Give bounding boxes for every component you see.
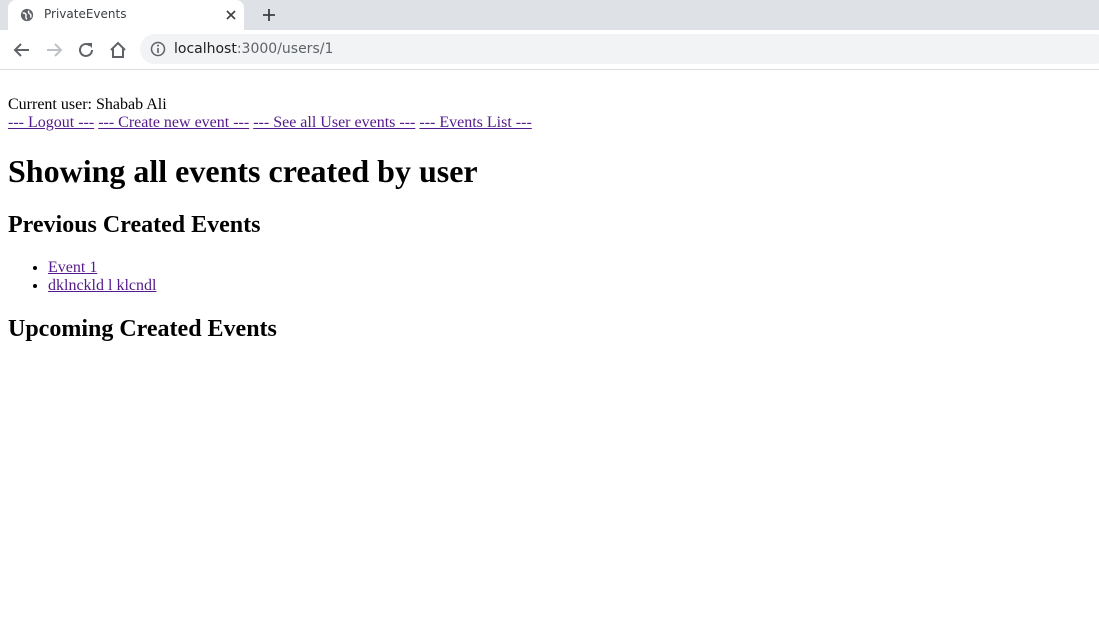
upcoming-events-heading: Upcoming Created Events	[8, 316, 277, 342]
close-icon[interactable]	[224, 8, 238, 22]
back-arrow-icon[interactable]	[13, 41, 31, 59]
url-text[interactable]: localhost:3000/users/1	[174, 41, 333, 57]
forward-arrow-icon[interactable]	[45, 41, 63, 59]
page-content: Current user: Shabab Ali --- Logout --- …	[0, 96, 1099, 343]
globe-icon	[20, 8, 34, 22]
url-path: :3000/users/1	[236, 41, 334, 57]
browser-tab[interactable]: PrivateEvents	[8, 0, 244, 30]
nav-links: --- Logout --- --- Create new event --- …	[8, 114, 1091, 132]
browser-toolbar: localhost:3000/users/1	[0, 30, 1099, 70]
url-host: localhost	[174, 41, 237, 57]
events-list-link[interactable]: --- Events List ---	[419, 114, 531, 131]
user-events-link[interactable]: --- See all User events ---	[253, 114, 415, 131]
create-event-link[interactable]: --- Create new event ---	[98, 114, 249, 131]
list-item: dklnckld l klcndl	[48, 277, 1091, 295]
info-icon[interactable]	[150, 41, 166, 57]
current-user: Current user: Shabab Ali	[8, 96, 167, 113]
event-link[interactable]: Event 1	[48, 259, 97, 276]
home-icon[interactable]	[109, 41, 127, 59]
address-bar[interactable]: localhost:3000/users/1	[140, 34, 1099, 64]
previous-events-list: Event 1 dklnckld l klcndl	[8, 259, 1091, 295]
tab-title: PrivateEvents	[44, 7, 127, 21]
new-tab-icon[interactable]	[261, 7, 277, 23]
tab-strip: PrivateEvents	[0, 0, 1099, 30]
page-title: Showing all events created by user	[8, 153, 478, 189]
reload-icon[interactable]	[77, 41, 95, 59]
list-item: Event 1	[48, 259, 1091, 277]
browser-chrome: PrivateEvents localhost:3000/users/1	[0, 0, 1099, 70]
logout-link[interactable]: --- Logout ---	[8, 114, 94, 131]
event-link[interactable]: dklnckld l klcndl	[48, 277, 156, 294]
previous-events-heading: Previous Created Events	[8, 212, 261, 238]
